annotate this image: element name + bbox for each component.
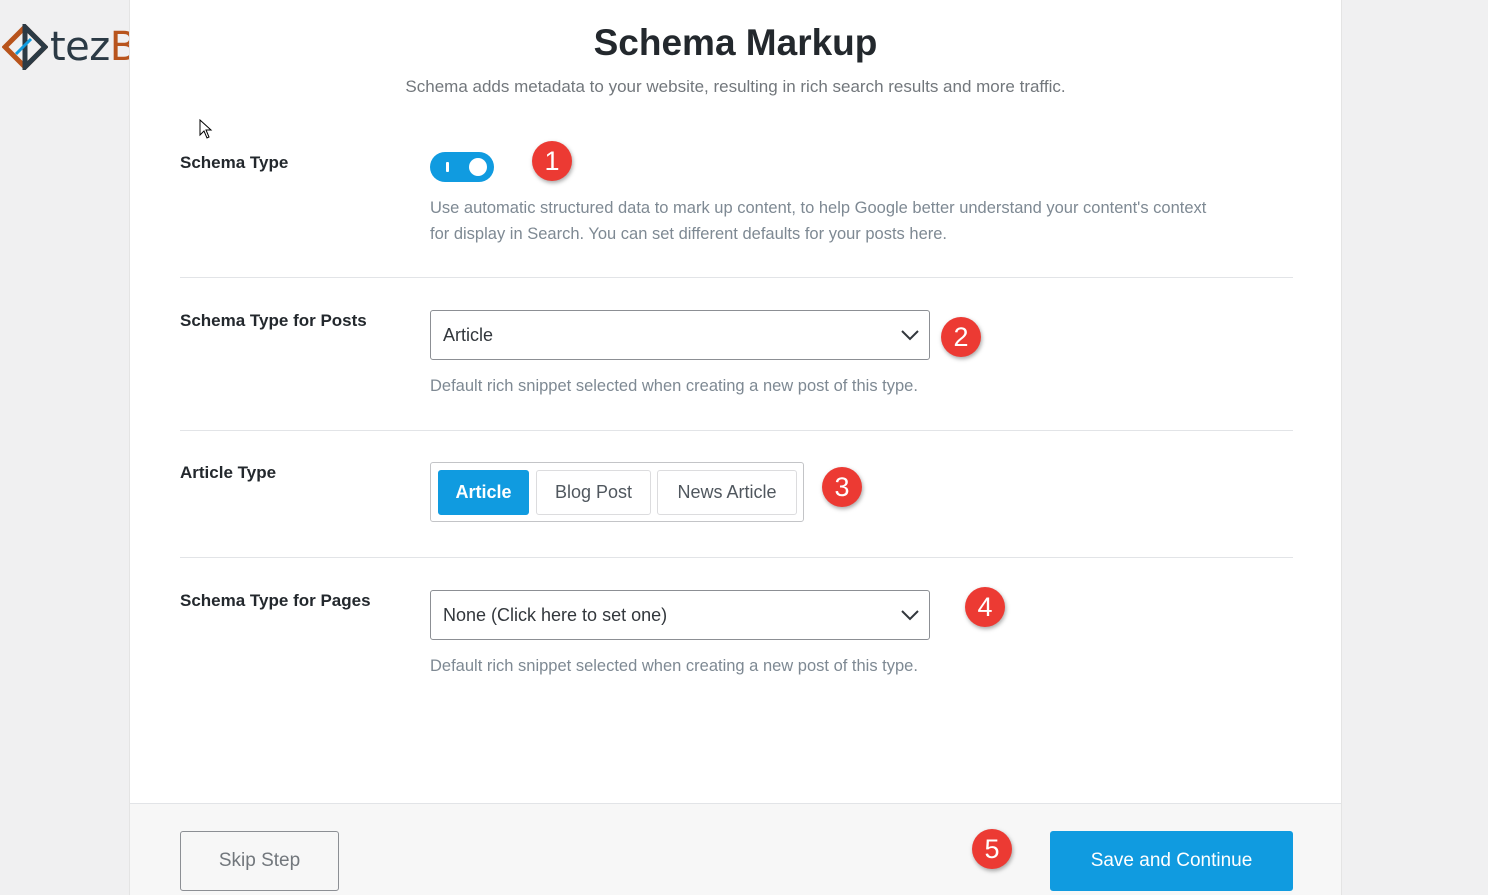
- mouse-cursor-icon: [199, 119, 213, 139]
- step-marker-4: 4: [965, 587, 1005, 627]
- posts-schema-description: Default rich snippet selected when creat…: [430, 377, 918, 395]
- logo-text-tez: tez: [50, 24, 110, 70]
- chevron-down-icon: [901, 610, 919, 621]
- setup-panel: Schema Markup Schema adds metadata to yo…: [129, 0, 1342, 895]
- setup-footer: Skip Step 5 Save and Continue: [130, 803, 1341, 895]
- posts-schema-selected-value: Article: [443, 325, 494, 345]
- save-and-continue-button[interactable]: Save and Continue: [1050, 831, 1293, 891]
- schema-type-description-line1: Use automatic structured data to mark up…: [430, 199, 1207, 217]
- schema-type-description-line2: for display in Search. You can set diffe…: [430, 225, 948, 243]
- schema-type-label: Schema Type: [180, 153, 289, 172]
- chevron-down-icon: [901, 330, 919, 341]
- step-marker-3: 3: [822, 467, 862, 507]
- divider: [180, 557, 1293, 558]
- pages-schema-label: Schema Type for Pages: [180, 591, 371, 610]
- logo-diamond-icon: [2, 24, 48, 70]
- schema-type-description: Use automatic structured data to mark up…: [430, 195, 1206, 247]
- toggle-knob: [469, 158, 487, 176]
- toggle-on-indicator: [446, 162, 449, 172]
- pages-schema-description: Default rich snippet selected when creat…: [430, 657, 918, 675]
- skip-step-button[interactable]: Skip Step: [180, 831, 339, 891]
- pages-schema-selected-value: None (Click here to set one): [443, 605, 668, 625]
- article-type-button-group: Article Blog Post News Article: [430, 462, 804, 522]
- divider: [180, 277, 1293, 278]
- article-type-option-article[interactable]: Article: [438, 470, 529, 515]
- page-title: Schema Markup: [593, 22, 878, 63]
- schema-type-toggle[interactable]: [430, 152, 494, 182]
- page-subtitle: Schema adds metadata to your website, re…: [405, 77, 1066, 96]
- article-type-option-news-article[interactable]: News Article: [657, 470, 797, 515]
- step-marker-5: 5: [972, 829, 1012, 869]
- step-marker-2: 2: [941, 317, 981, 357]
- pages-schema-select[interactable]: None (Click here to set one): [430, 590, 930, 640]
- posts-schema-label: Schema Type for Posts: [180, 311, 367, 330]
- step-marker-1: 1: [532, 141, 572, 181]
- divider: [180, 430, 1293, 431]
- article-type-label: Article Type: [180, 463, 277, 482]
- article-type-option-blog-post[interactable]: Blog Post: [536, 470, 651, 515]
- posts-schema-select[interactable]: Article: [430, 310, 930, 360]
